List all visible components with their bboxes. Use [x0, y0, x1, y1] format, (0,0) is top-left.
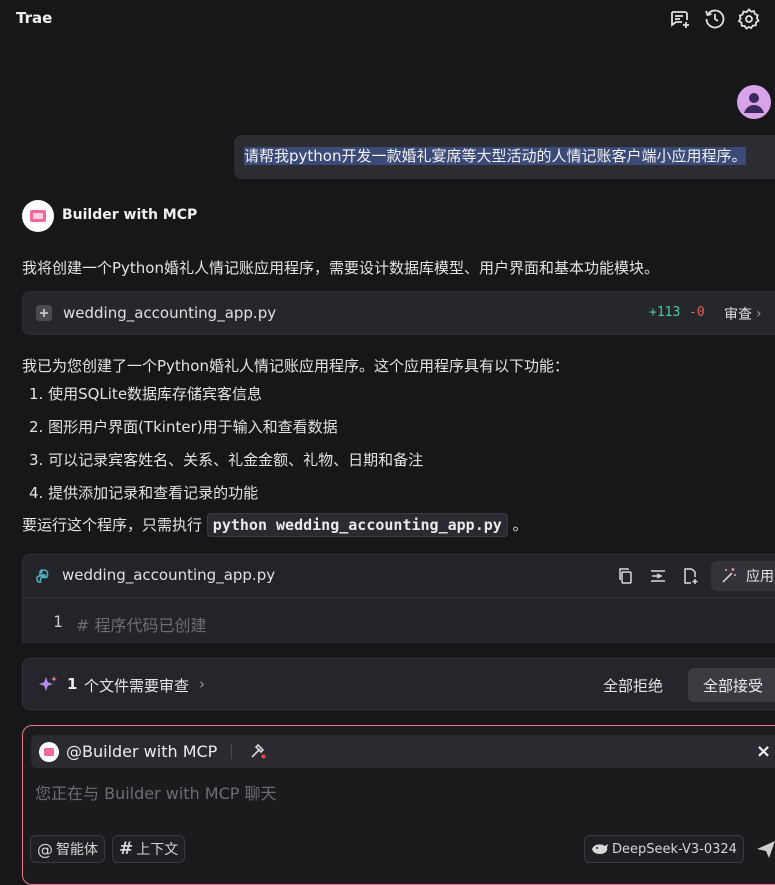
- divider: [231, 744, 232, 759]
- history-icon[interactable]: [703, 7, 727, 31]
- code-block-filename: wedding_accounting_app.py: [62, 566, 276, 584]
- reject-all-button[interactable]: 全部拒绝: [603, 675, 663, 696]
- at-icon: @: [37, 839, 53, 859]
- bot-summary-text: 我已为您创建了一个Python婚礼人情记账应用程序。这个应用程序具有以下功能：: [22, 357, 569, 375]
- apply-label: 应用: [746, 569, 774, 585]
- agent-mention: @Builder with MCP: [66, 742, 218, 761]
- run-prefix: 要运行这个程序，只需执行: [22, 516, 203, 534]
- feature-item: 3. 可以记录宾客姓名、关系、礼金金额、礼物、日期和备注: [29, 451, 424, 469]
- agent-chip[interactable]: @ 智能体: [30, 835, 105, 863]
- hash-icon: #: [119, 839, 134, 859]
- lines-added: +113: [649, 305, 681, 320]
- accept-all-button[interactable]: 全部接受: [688, 668, 775, 702]
- whale-icon: [592, 844, 608, 854]
- feature-item: 2. 图形用户界面(Tkinter)用于输入和查看数据: [29, 418, 338, 436]
- copy-icon[interactable]: [617, 567, 635, 589]
- mention-row: @Builder with MCP ×: [31, 735, 775, 768]
- line-number: 1: [53, 612, 63, 631]
- review-files-toggle[interactable]: 个文件需要审查 ›: [84, 675, 205, 696]
- review-bar: 1 个文件需要审查 › 全部拒绝 全部接受: [22, 658, 775, 710]
- feature-item: 4. 提供添加记录和查看记录的功能: [29, 484, 259, 502]
- user-message-text: 请帮我python开发一款婚礼宴席等大型活动的人情记账客户端小应用程序。: [244, 147, 747, 165]
- model-name: DeepSeek-V3-0324: [612, 841, 737, 857]
- agent-chip-label: 智能体: [56, 842, 98, 858]
- python-file-icon: [35, 568, 51, 588]
- run-suffix: 。: [512, 516, 528, 534]
- lines-removed: -0: [689, 305, 705, 320]
- run-command: python wedding_accounting_app.py: [206, 513, 508, 537]
- review-file-label: 审查: [724, 307, 752, 323]
- model-selector[interactable]: DeepSeek-V3-0324: [584, 835, 744, 863]
- context-chip[interactable]: # 上下文: [112, 835, 186, 863]
- code-block-header: wedding_accounting_app.py 应用: [23, 555, 775, 598]
- review-file-button[interactable]: 审查 ›: [724, 304, 762, 324]
- insert-icon[interactable]: [649, 567, 667, 589]
- add-to-file-icon[interactable]: [681, 567, 699, 589]
- file-card-filename[interactable]: wedding_accounting_app.py: [63, 304, 276, 322]
- context-chip-label: 上下文: [136, 842, 179, 858]
- new-chat-icon[interactable]: [668, 7, 692, 31]
- send-icon[interactable]: [755, 838, 775, 864]
- chat-input-placeholder[interactable]: 您正在与 Builder with MCP 聊天: [35, 780, 277, 804]
- apply-button[interactable]: 应用: [711, 561, 775, 591]
- review-count: 1: [67, 675, 78, 693]
- bot-avatar: [22, 200, 54, 232]
- file-added-icon: [36, 305, 52, 321]
- settings-icon[interactable]: [737, 7, 761, 31]
- magic-wand-icon: [722, 568, 736, 583]
- code-block: wedding_accounting_app.py 应用 1 # 程序代码已创建: [22, 554, 775, 643]
- file-change-card[interactable]: wedding_accounting_app.py +113 -0 审查 ›: [22, 291, 775, 335]
- sparkle-icon: [37, 674, 59, 700]
- review-text: 个文件需要审查: [84, 677, 190, 695]
- code-line: # 程序代码已创建: [76, 616, 207, 635]
- user-message-bubble: 请帮我python开发一款婚礼宴席等大型活动的人情记账客户端小应用程序。: [234, 135, 775, 179]
- chevron-right-icon: ›: [756, 306, 762, 322]
- app-title: Trae: [16, 9, 53, 27]
- feature-item: 1. 使用SQLite数据库存储宾客信息: [29, 385, 263, 403]
- agent-avatar-icon: [39, 742, 59, 762]
- user-avatar: [737, 85, 771, 119]
- tools-icon[interactable]: [248, 741, 268, 765]
- bot-intro-text: 我将创建一个Python婚礼人情记账应用程序，需要设计数据库模型、用户界面和基本…: [22, 259, 659, 277]
- run-instruction: 要运行这个程序，只需执行 python wedding_accounting_a…: [22, 513, 528, 537]
- close-icon[interactable]: ×: [756, 741, 771, 762]
- bot-name: Builder with MCP: [62, 207, 198, 223]
- chevron-right-icon: ›: [199, 675, 206, 693]
